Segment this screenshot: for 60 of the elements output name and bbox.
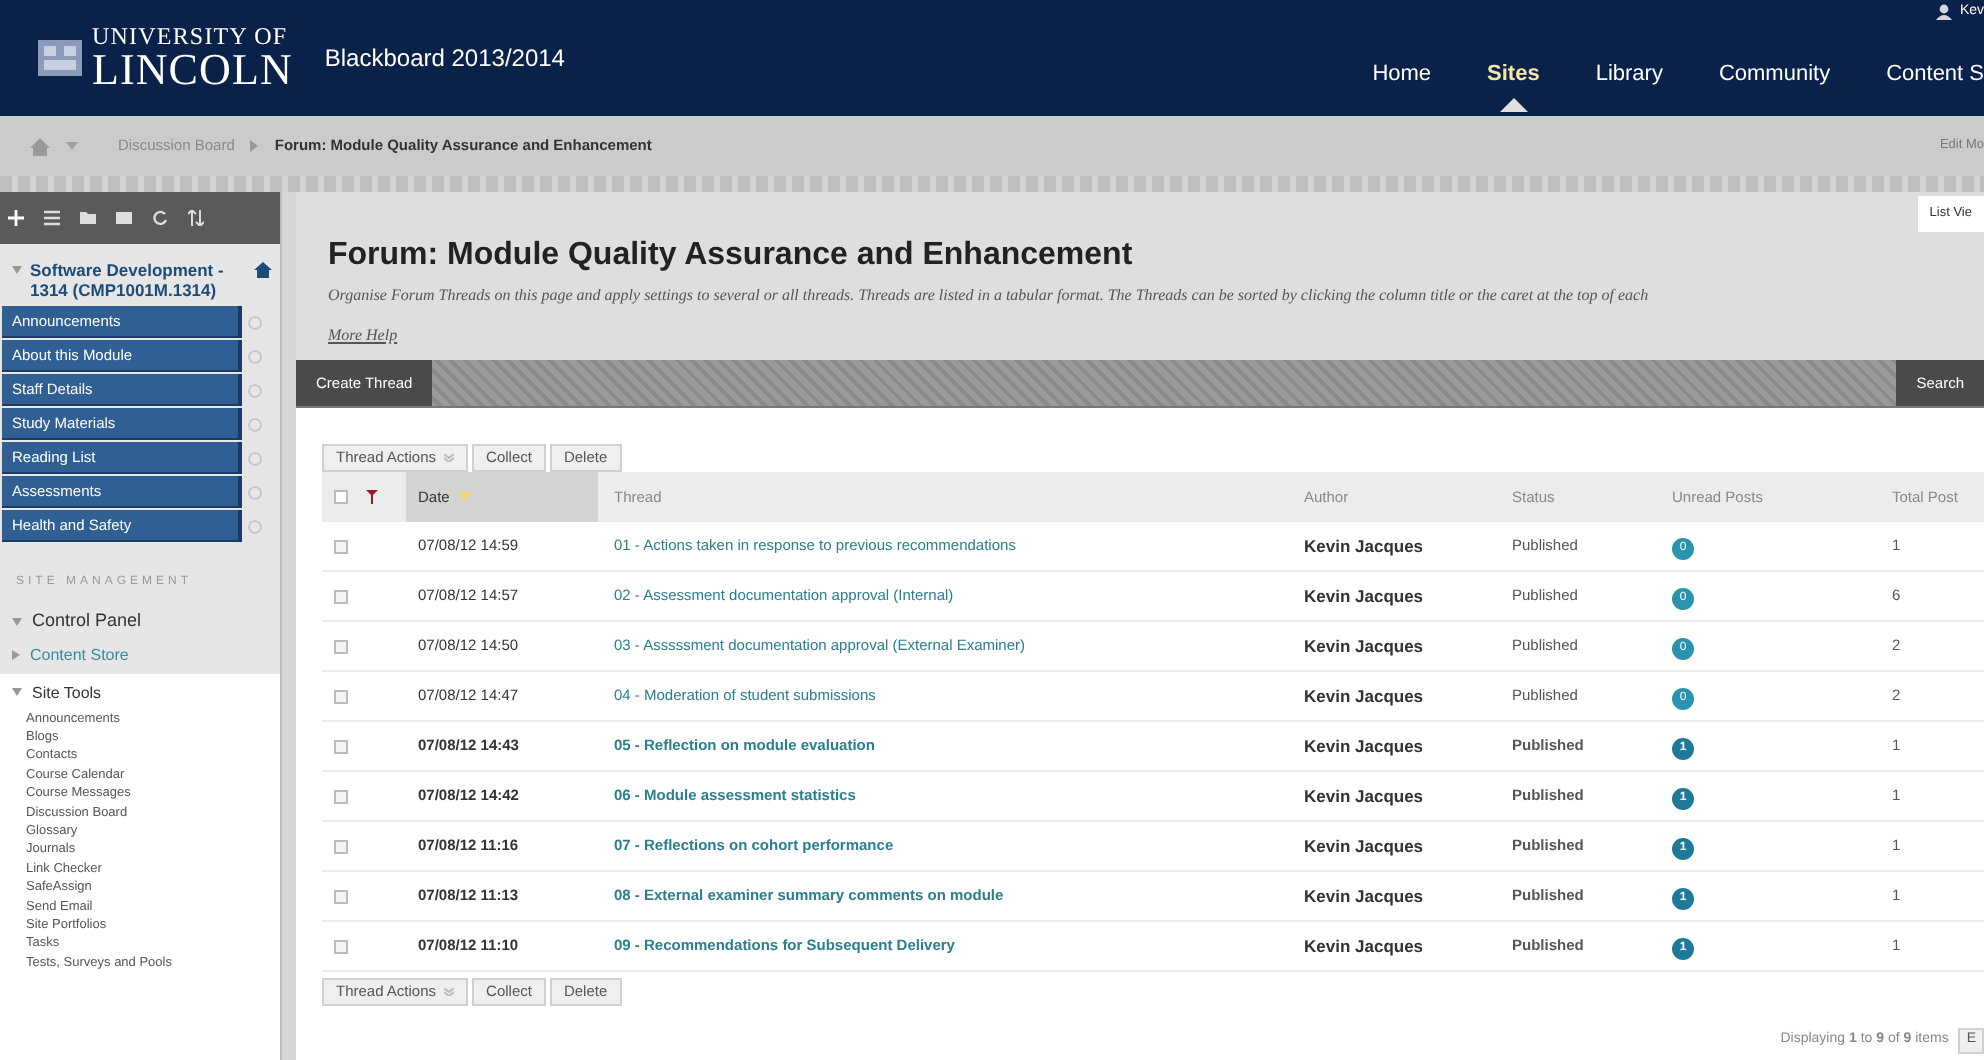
dropdown-icon [444, 454, 455, 462]
select-all-checkbox[interactable] [334, 490, 348, 504]
caret-icon [66, 142, 78, 150]
home-icon [30, 137, 50, 155]
author-cell-text: Kevin Jacques [1304, 933, 1426, 959]
sort-icon[interactable] [188, 210, 204, 226]
logo-text: UNIVERSITY OF [92, 24, 290, 48]
page-description: Organise Forum Threads on this page and apply settings to several or all threads. Threads are listed in a tabular format. The Threads can be sorted by clicking the column title or the caret at the top of each [328, 284, 1651, 308]
list-icon[interactable] [44, 210, 60, 226]
author-cell-text: Kevin Jacques [1304, 683, 1426, 709]
status-circle-icon [248, 349, 262, 363]
expand-icon [12, 650, 20, 660]
site-tools-link[interactable]: Site Tools [32, 681, 102, 705]
author-cell-text: Kevin Jacques [1304, 583, 1426, 609]
course-title[interactable]: Software Development - 1314 (CMP1001M.1314) [30, 260, 246, 300]
author-cell-text: Kevin Jacques [1304, 833, 1426, 859]
row-checkbox[interactable] [334, 639, 348, 653]
page-title: Forum: Module Quality Assurance and Enhancement [328, 236, 1135, 276]
author-cell-text: Kevin Jacques [1304, 883, 1426, 909]
folder-icon[interactable] [80, 210, 96, 226]
separator-icon [250, 140, 259, 152]
status-circle-icon [248, 485, 262, 499]
add-icon[interactable] [8, 210, 24, 226]
row-checkbox[interactable] [334, 789, 348, 803]
status-circle-icon [248, 519, 262, 533]
help-link[interactable]: More Help [328, 326, 398, 344]
product-name: Blackboard 2013/2014 [322, 42, 565, 76]
nav-tab[interactable]: Community [1718, 57, 1831, 90]
author-cell-text: Kevin Jacques [1304, 733, 1426, 759]
status-circle-icon [248, 417, 262, 431]
nav-tab[interactable]: Content S [1886, 57, 1984, 90]
row-checkbox[interactable] [334, 889, 348, 903]
home-icon [254, 262, 272, 278]
row-checkbox[interactable] [334, 589, 348, 603]
collapse-icon [12, 266, 22, 274]
crest-icon [36, 34, 84, 82]
user-icon [1935, 4, 1952, 21]
row-checkbox[interactable] [334, 839, 348, 853]
sort-caret-icon [457, 492, 472, 502]
status-circle-icon [248, 315, 262, 329]
status-circle-icon [248, 451, 262, 465]
row-checkbox[interactable] [334, 689, 348, 703]
sidebar-resize-handle[interactable] [280, 192, 296, 1060]
status-circle-icon [248, 383, 262, 397]
control-panel-link[interactable]: Control Panel [32, 608, 142, 635]
row-checkbox[interactable] [334, 739, 348, 753]
author-cell-text: Kevin Jacques [1304, 633, 1426, 659]
refresh-icon[interactable] [152, 210, 168, 226]
dropdown-icon [444, 988, 455, 996]
row-checkbox[interactable] [334, 539, 348, 553]
collapse-icon [12, 617, 22, 626]
window-icon[interactable] [116, 210, 132, 226]
pointer-icon [1499, 97, 1528, 111]
nav-tab[interactable]: Library [1595, 57, 1663, 90]
nav-tab[interactable]: Home [1372, 57, 1432, 90]
author-cell-text: Kevin Jacques [1304, 533, 1426, 559]
author-cell-text: Kevin Jacques [1304, 783, 1426, 809]
row-checkbox[interactable] [334, 939, 348, 953]
nav-tab[interactable]: Sites [1487, 57, 1540, 90]
logo-text: LINCOLN [92, 48, 293, 92]
